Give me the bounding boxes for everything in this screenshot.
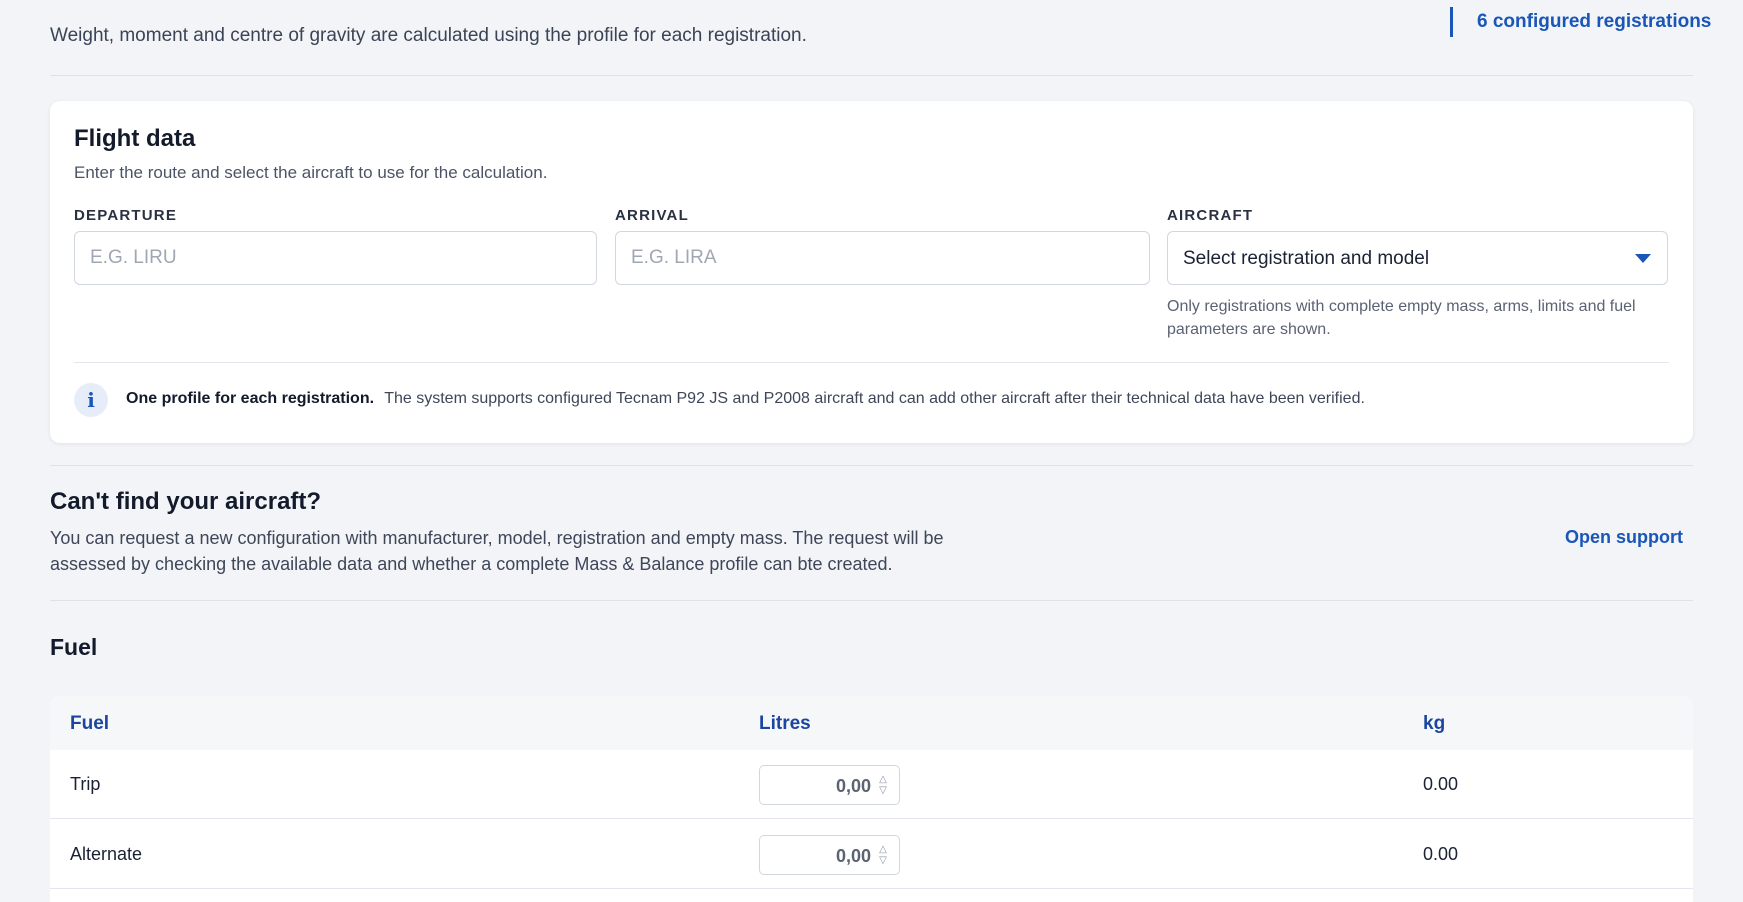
aircraft-select[interactable]: Select registration and model	[1167, 231, 1668, 285]
aircraft-hint: Only registrations with complete empty m…	[1167, 298, 1636, 338]
page: Weight, moment and centre of gravity are…	[0, 0, 1743, 902]
fuel-table: Fuel Litres kg Trip 0,00 △ ▽ 0.00 Alterna…	[50, 696, 1693, 902]
kg-value: 0.00	[1423, 774, 1459, 794]
card-divider	[74, 362, 1669, 363]
page-subtitle: Weight, moment and centre of gravity are…	[50, 25, 807, 46]
litres-value: 0,00	[835, 776, 871, 796]
caret-down-icon	[1635, 254, 1651, 263]
column-header-kg: kg	[1423, 713, 1446, 734]
aircraft-label: AIRCRAFT	[1167, 207, 1254, 224]
spin-arrows-icon[interactable]: △ ▽	[877, 774, 889, 796]
spin-arrows-icon[interactable]: △ ▽	[877, 844, 889, 866]
table-row: Trip 0,00 △ ▽ 0.00	[50, 750, 1693, 819]
fuel-row-name: Alternate	[70, 844, 143, 864]
info-message: One profile for each registration. The s…	[126, 390, 1365, 408]
flight-data-description: Enter the route and select the aircraft …	[74, 163, 548, 182]
column-header-litres: Litres	[759, 713, 811, 734]
litres-stepper[interactable]: 0,00 △ ▽	[759, 835, 900, 875]
info-body: The system supports configured Tecnam P9…	[384, 390, 1365, 407]
cant-find-description: You can request a new configuration with…	[50, 528, 944, 574]
divider	[50, 600, 1693, 601]
fuel-section-title: Fuel	[50, 634, 98, 660]
column-header-fuel: Fuel	[70, 713, 110, 734]
litres-stepper[interactable]: 0,00 △ ▽	[759, 765, 900, 805]
arrival-input[interactable]	[615, 231, 1150, 285]
arrival-label: ARRIVAL	[615, 207, 689, 224]
configured-registrations-count: 6 configured registrations	[1450, 7, 1711, 37]
departure-label: DEPARTURE	[74, 207, 178, 224]
divider	[50, 75, 1693, 76]
kg-value: 0.00	[1423, 844, 1459, 864]
cant-find-title: Can't find your aircraft?	[50, 488, 322, 515]
info-icon: i	[74, 383, 108, 417]
litres-value: 0,00	[835, 846, 871, 866]
open-support-link[interactable]: Open support	[1565, 527, 1683, 548]
info-title: One profile for each registration.	[126, 390, 375, 407]
table-row: Alternate 0,00 △ ▽ 0.00	[50, 820, 1693, 889]
fuel-table-header: Fuel Litres kg	[50, 696, 1693, 750]
divider	[50, 465, 1693, 466]
flight-data-title: Flight data	[74, 125, 196, 152]
aircraft-select-value: Select registration and model	[1183, 248, 1430, 269]
departure-input[interactable]	[74, 231, 597, 285]
flight-data-card: Flight data Enter the route and select t…	[50, 101, 1693, 443]
fuel-row-name: Trip	[70, 774, 101, 794]
